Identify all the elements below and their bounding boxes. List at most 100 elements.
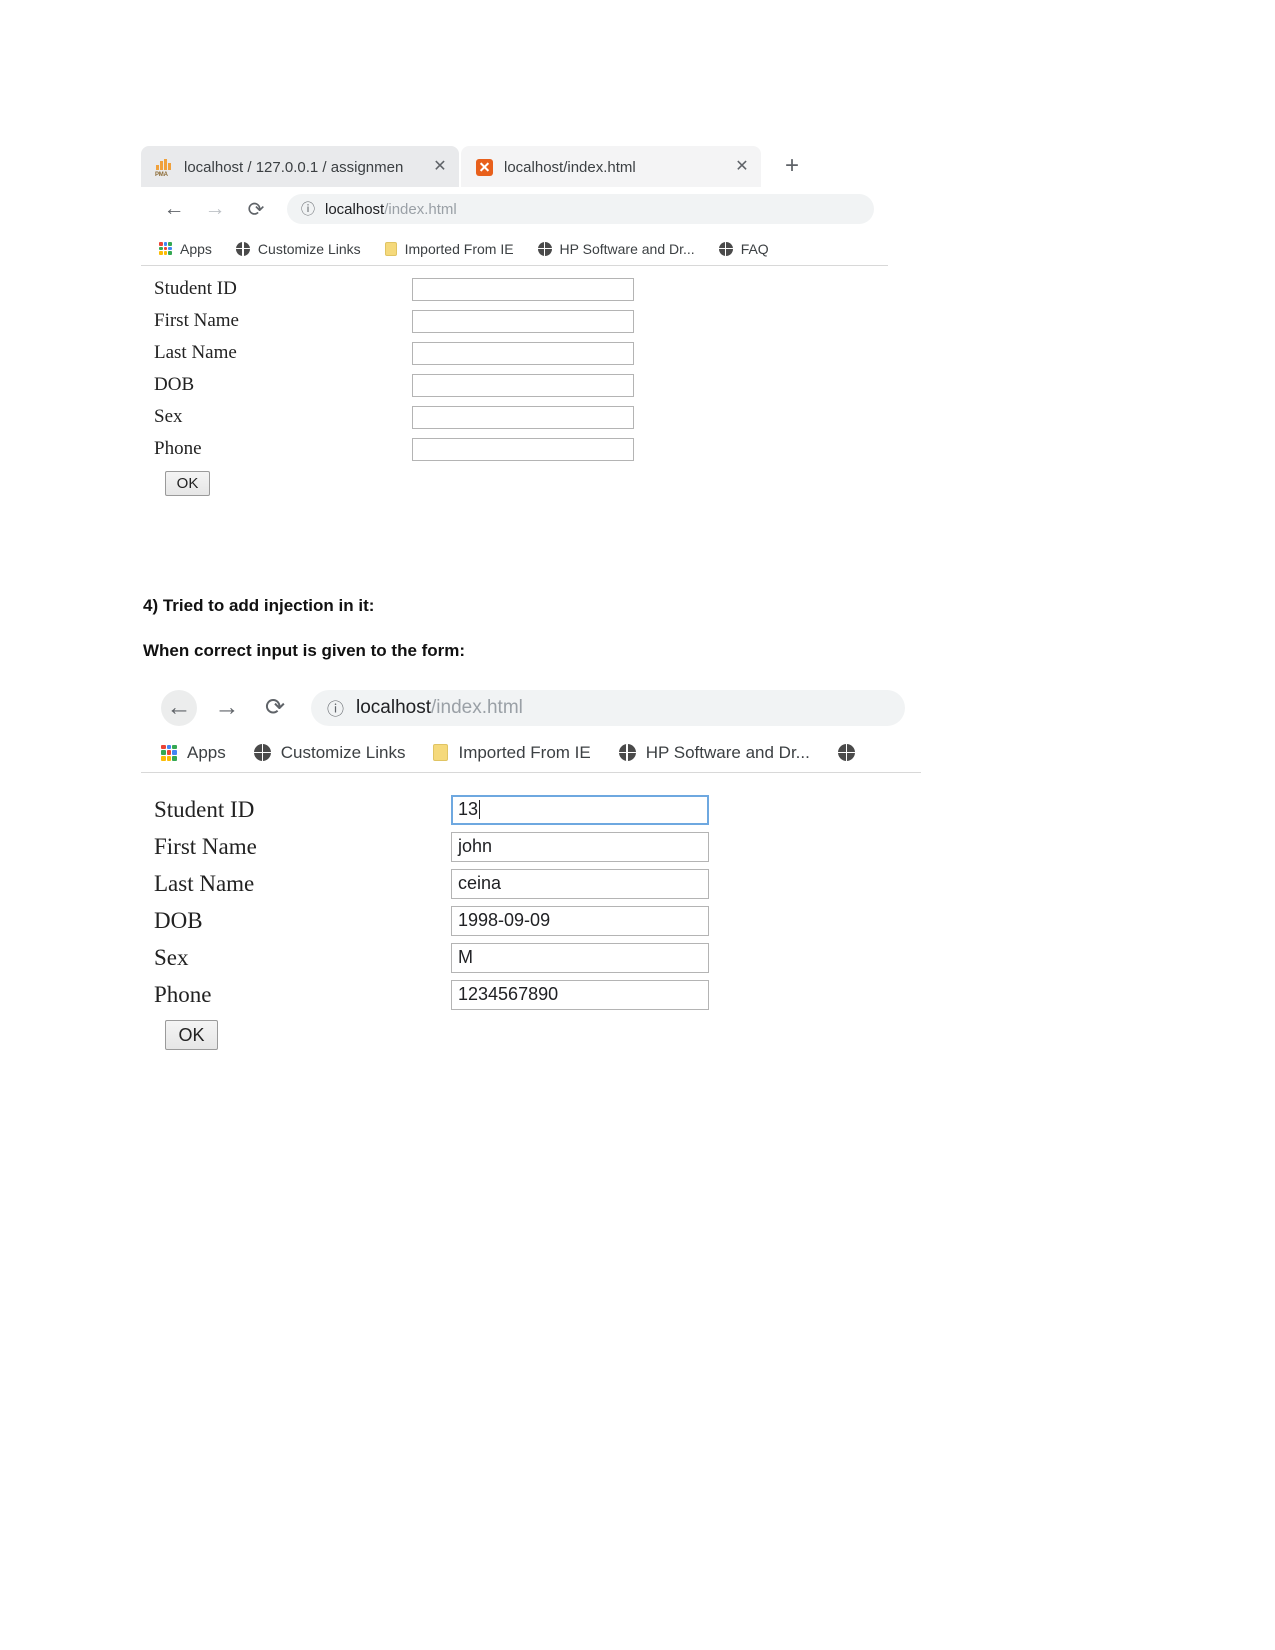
field-label: Last Name: [154, 870, 255, 896]
document-page: PMA localhost / 127.0.0.1 / assignmen ✕ …: [0, 0, 1275, 1650]
ok-button[interactable]: OK: [165, 471, 210, 496]
tab-close-icon[interactable]: ✕: [429, 159, 451, 175]
folder-icon: [384, 241, 397, 256]
phone-input[interactable]: 1234567890: [451, 979, 709, 1010]
folder-icon: [433, 744, 449, 761]
bookmark-customize-links[interactable]: Customize Links: [235, 240, 361, 257]
bookmark-label: Imported From IE: [458, 742, 591, 762]
form-row: Sex M: [154, 939, 921, 976]
form-row: Phone 1234567890: [154, 976, 921, 1013]
reload-button[interactable]: ⟳: [257, 690, 293, 726]
first-name-input[interactable]: john: [451, 831, 709, 862]
sex-input[interactable]: M: [451, 942, 709, 973]
form-row: Student ID: [154, 273, 888, 305]
sex-input[interactable]: [412, 405, 634, 429]
bookmark-overflow[interactable]: [837, 744, 855, 761]
student-form-filled: Student ID 13 First Name john Last Name …: [154, 791, 921, 1050]
form-row: Phone: [154, 433, 888, 465]
tab-close-icon[interactable]: ✕: [731, 159, 753, 175]
globe-icon: [253, 744, 271, 761]
bookmark-imported-from-ie[interactable]: Imported From IE: [384, 240, 514, 257]
form-row: DOB 1998-09-09: [154, 902, 921, 939]
first-name-input[interactable]: [412, 309, 634, 333]
phone-input[interactable]: [412, 437, 634, 461]
bookmark-hp-software[interactable]: HP Software and Dr...: [618, 742, 810, 763]
field-label: Phone: [154, 438, 202, 459]
field-label: First Name: [154, 833, 257, 859]
field-label: Student ID: [154, 796, 255, 822]
bookmark-imported-from-ie[interactable]: Imported From IE: [433, 742, 591, 763]
globe-icon: [235, 241, 250, 256]
bookmark-hp-software[interactable]: HP Software and Dr...: [537, 240, 695, 257]
toolbar-divider: [141, 772, 921, 773]
field-label: DOB: [154, 374, 195, 395]
back-button[interactable]: ←: [161, 690, 197, 726]
field-label: Sex: [154, 406, 183, 427]
new-tab-button[interactable]: +: [785, 154, 799, 178]
address-bar[interactable]: ⓘ localhost/index.html: [311, 689, 905, 726]
last-name-input[interactable]: ceina: [451, 868, 709, 899]
form-row: First Name: [154, 305, 888, 337]
dob-input[interactable]: [412, 373, 634, 397]
site-info-icon[interactable]: ⓘ: [327, 695, 344, 720]
bookmark-label: Customize Links: [257, 240, 361, 257]
tab-title: localhost / 127.0.0.1 / assignmen: [184, 158, 404, 176]
tab-strip-one: PMA localhost / 127.0.0.1 / assignmen ✕ …: [141, 140, 888, 188]
bookmark-apps[interactable]: Apps: [159, 241, 212, 257]
bookmark-customize-links[interactable]: Customize Links: [253, 743, 405, 763]
url-path: /index.html: [431, 696, 523, 718]
browser-tab-index-html[interactable]: localhost/index.html ✕: [461, 146, 761, 188]
apps-grid-icon: [161, 744, 177, 761]
url-host: localhost: [356, 696, 431, 718]
bookmark-label: Apps: [180, 240, 212, 257]
form-row: DOB: [154, 369, 888, 401]
globe-icon: [837, 744, 855, 761]
field-label: Student ID: [154, 278, 237, 299]
address-bar[interactable]: ⓘ localhost/index.html: [287, 194, 874, 224]
field-label: Last Name: [154, 342, 237, 363]
toolbar-divider: [141, 265, 888, 266]
forward-button[interactable]: →: [200, 194, 230, 224]
ok-button[interactable]: OK: [165, 1020, 218, 1050]
browser-screenshot-two: ← → ⟳ ⓘ localhost/index.html Apps Custom…: [141, 683, 921, 1063]
student-id-input[interactable]: [412, 277, 634, 301]
last-name-input[interactable]: [412, 341, 634, 365]
bookmarks-bar-two: Apps Customize Links Imported From IE HP…: [141, 732, 921, 773]
browser-screenshot-one: PMA localhost / 127.0.0.1 / assignmen ✕ …: [141, 140, 888, 515]
bookmark-label: HP Software and Dr...: [559, 240, 695, 257]
bookmark-label: HP Software and Dr...: [645, 742, 810, 762]
globe-icon: [618, 744, 636, 761]
xampp-icon: [475, 158, 494, 177]
bookmark-label: Imported From IE: [404, 240, 514, 257]
site-info-icon[interactable]: ⓘ: [301, 199, 315, 219]
globe-icon: [537, 241, 552, 256]
navigation-bar-one: ← → ⟳ ⓘ localhost/index.html: [141, 187, 888, 231]
field-label: Phone: [154, 981, 212, 1007]
dob-input[interactable]: 1998-09-09: [451, 905, 709, 936]
address-bar-text: localhost/index.html: [325, 201, 457, 218]
bookmark-label: Apps: [187, 742, 226, 762]
url-path: /index.html: [384, 200, 457, 218]
tab-title: localhost/index.html: [504, 158, 636, 176]
browser-tab-phpmyadmin[interactable]: PMA localhost / 127.0.0.1 / assignmen ✕: [141, 146, 459, 188]
reload-button[interactable]: ⟳: [241, 194, 271, 224]
input-value: 13: [458, 799, 479, 819]
heading-when-correct-input: When correct input is given to the form:: [143, 641, 466, 660]
form-row: Last Name ceina: [154, 865, 921, 902]
back-button[interactable]: ←: [159, 194, 189, 224]
forward-button[interactable]: →: [209, 690, 245, 726]
form-row: First Name john: [154, 828, 921, 865]
phpmyadmin-icon: PMA: [155, 158, 174, 178]
bookmark-label: FAQ: [740, 240, 769, 257]
student-id-input[interactable]: 13: [451, 794, 709, 825]
globe-icon: [718, 241, 733, 256]
apps-grid-icon: [159, 242, 172, 255]
form-row: Last Name: [154, 337, 888, 369]
bookmark-apps[interactable]: Apps: [161, 743, 226, 763]
form-row: Sex: [154, 401, 888, 433]
form-row: Student ID 13: [154, 791, 921, 828]
field-label: Sex: [154, 944, 189, 970]
heading-tried-to-add-injection: 4) Tried to add injection in it:: [143, 596, 375, 615]
student-form-empty: Student ID First Name Last Name DOB Sex: [154, 273, 888, 496]
bookmark-faq[interactable]: FAQ: [718, 240, 769, 257]
